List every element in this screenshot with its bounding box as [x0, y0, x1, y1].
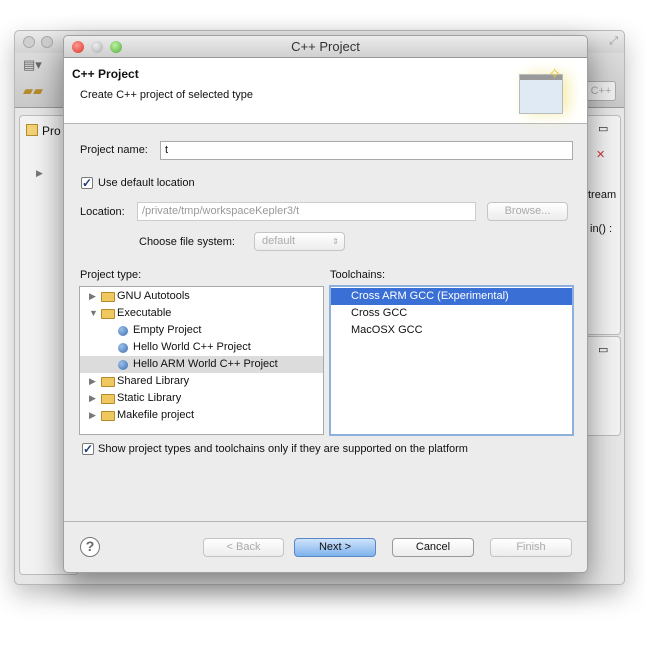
- project-template-icon: [118, 343, 128, 353]
- project-name-input[interactable]: t: [160, 141, 573, 160]
- perspective-button[interactable]: C++: [586, 81, 616, 101]
- finish-button[interactable]: Finish: [490, 538, 572, 557]
- toolchains-label: Toolchains:: [330, 269, 386, 281]
- file-system-select[interactable]: default ⇕: [254, 232, 345, 251]
- tree-item-label: GNU Autotools: [117, 290, 190, 302]
- tree-item-makefile-project[interactable]: ▶ Makefile project: [80, 407, 323, 424]
- tree-item-label: Executable: [117, 307, 172, 319]
- banner-title: C++ Project: [72, 67, 139, 81]
- bg-minimize-button[interactable]: [41, 36, 53, 48]
- toolchain-macosx-gcc[interactable]: MacOSX GCC: [331, 322, 572, 339]
- new-icon[interactable]: ▤▾: [23, 57, 42, 73]
- project-template-icon: [118, 360, 128, 370]
- sparkle-icon: ✧: [548, 66, 562, 83]
- folder-icon: [101, 411, 115, 421]
- disclosure-triangle-icon[interactable]: ▶: [89, 288, 96, 305]
- banner-subtitle: Create C++ project of selected type: [80, 89, 254, 101]
- help-button[interactable]: ?: [80, 537, 100, 557]
- hide-static-icon[interactable]: ✕: [596, 148, 605, 161]
- next-button[interactable]: Next >: [294, 538, 376, 557]
- show-supported-checkbox[interactable]: ✓: [82, 443, 94, 455]
- folder-icon: [101, 394, 115, 404]
- updown-icon: ⇕: [332, 237, 339, 246]
- button-bar-divider: [64, 521, 587, 522]
- bg-close-button[interactable]: [23, 36, 35, 48]
- tree-item-label: Empty Project: [133, 324, 202, 336]
- cpp-project-dialog: C++ Project C++ Project Create C++ proje…: [63, 35, 588, 573]
- tree-item-label: Makefile project: [117, 409, 195, 421]
- project-explorer-tab[interactable]: Pro: [42, 124, 61, 138]
- tree-item-label: Static Library: [117, 392, 182, 404]
- close-button[interactable]: [72, 41, 84, 53]
- project-type-tree[interactable]: ▶ GNU Autotools ▼ Executable Empty Project…: [79, 286, 324, 435]
- folder-icon: [101, 292, 115, 302]
- location-input[interactable]: /private/tmp/workspaceKepler3/t: [137, 202, 476, 221]
- tree-item-empty-project[interactable]: Empty Project: [80, 322, 323, 339]
- expand-icon[interactable]: ▶: [36, 168, 43, 179]
- cancel-button[interactable]: Cancel: [392, 538, 474, 557]
- project-name-label: Project name:: [80, 144, 148, 156]
- disclosure-triangle-icon[interactable]: ▶: [89, 407, 96, 424]
- maximize-icon[interactable]: ▭: [598, 122, 608, 135]
- back-button[interactable]: < Back: [203, 538, 284, 557]
- toolchain-cross-gcc[interactable]: Cross GCC: [331, 305, 572, 322]
- toolchain-cross-arm-gcc[interactable]: Cross ARM GCC (Experimental): [331, 288, 572, 305]
- folder-icon: [101, 377, 115, 387]
- project-type-label: Project type:: [80, 269, 142, 281]
- dialog-titlebar: C++ Project: [64, 36, 587, 58]
- tree-item-executable[interactable]: ▼ Executable: [80, 305, 323, 322]
- fullscreen-icon[interactable]: ⤢: [609, 35, 618, 48]
- use-default-location-checkbox[interactable]: ✓: [81, 177, 93, 189]
- tree-item-static-library[interactable]: ▶ Static Library: [80, 390, 323, 407]
- tree-item-gnu-autotools[interactable]: ▶ GNU Autotools: [80, 288, 323, 305]
- folder-icon: [101, 309, 115, 319]
- tree-item-hello-arm-world[interactable]: Hello ARM World C++ Project: [80, 356, 323, 373]
- outline-text: in() :: [590, 223, 612, 235]
- project-template-icon: [118, 326, 128, 336]
- explorer-icon: [26, 124, 38, 136]
- file-system-value: default: [262, 235, 296, 247]
- file-system-label: Choose file system:: [139, 236, 235, 248]
- zoom-button[interactable]: [110, 41, 122, 53]
- disclosure-triangle-icon[interactable]: ▶: [89, 373, 96, 390]
- disclosure-triangle-icon[interactable]: ▶: [89, 390, 96, 407]
- tree-item-label: Hello World C++ Project: [133, 341, 251, 353]
- open-folder-icon[interactable]: ▰▰: [23, 83, 43, 99]
- maximize-icon[interactable]: ▭: [598, 343, 608, 356]
- tree-item-label: Hello ARM World C++ Project: [133, 358, 278, 370]
- minimize-button[interactable]: [91, 41, 103, 53]
- tree-item-hello-world[interactable]: Hello World C++ Project: [80, 339, 323, 356]
- wizard-banner: C++ Project Create C++ project of select…: [64, 58, 587, 124]
- browse-button[interactable]: Browse...: [487, 202, 568, 221]
- show-supported-label: Show project types and toolchains only i…: [98, 443, 468, 455]
- window-title: C++ Project: [291, 39, 360, 54]
- use-default-location-label: Use default location: [98, 177, 195, 189]
- toolchains-list[interactable]: Cross ARM GCC (Experimental) Cross GCC M…: [329, 285, 574, 436]
- tree-item-shared-library[interactable]: ▶ Shared Library: [80, 373, 323, 390]
- tree-item-label: Shared Library: [117, 375, 190, 387]
- outline-text: tream: [588, 189, 617, 201]
- location-label: Location:: [80, 206, 125, 218]
- disclosure-triangle-icon[interactable]: ▼: [89, 305, 98, 322]
